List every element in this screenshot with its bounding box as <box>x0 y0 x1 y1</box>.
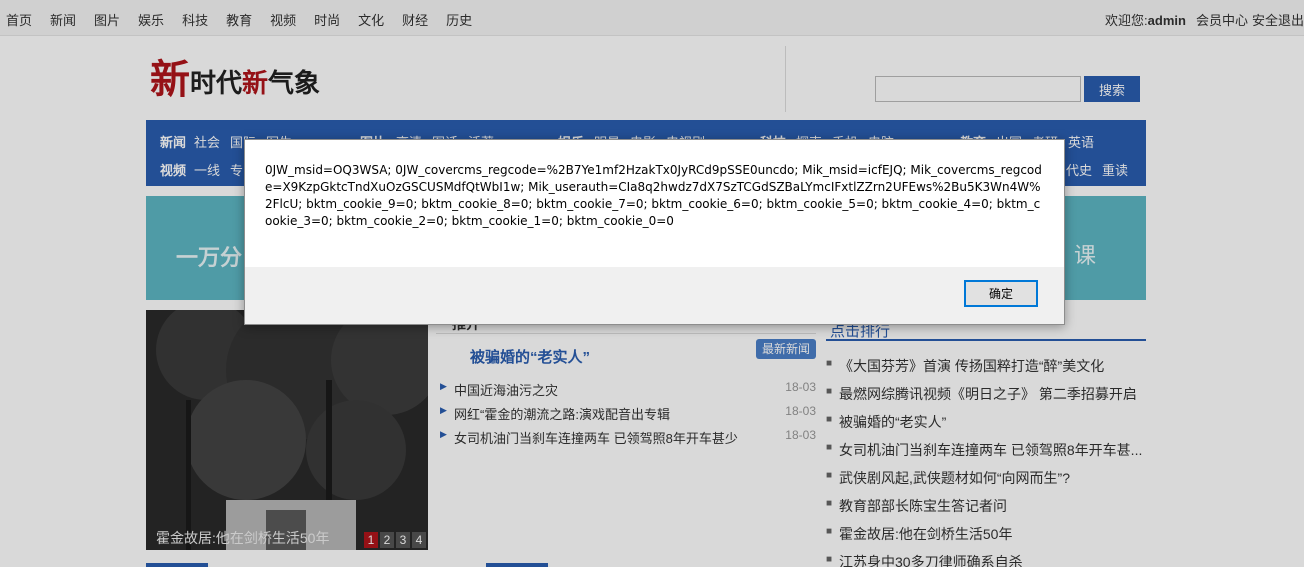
alert-dialog-body: 0JW_msid=OQ3WSA; 0JW_covercms_regcode=%2… <box>245 140 1064 267</box>
alert-message: 0JW_msid=OQ3WSA; 0JW_covercms_regcode=%2… <box>265 163 1042 228</box>
alert-dialog: 0JW_msid=OQ3WSA; 0JW_covercms_regcode=%2… <box>244 139 1065 325</box>
ok-button[interactable]: 确定 <box>964 280 1038 307</box>
